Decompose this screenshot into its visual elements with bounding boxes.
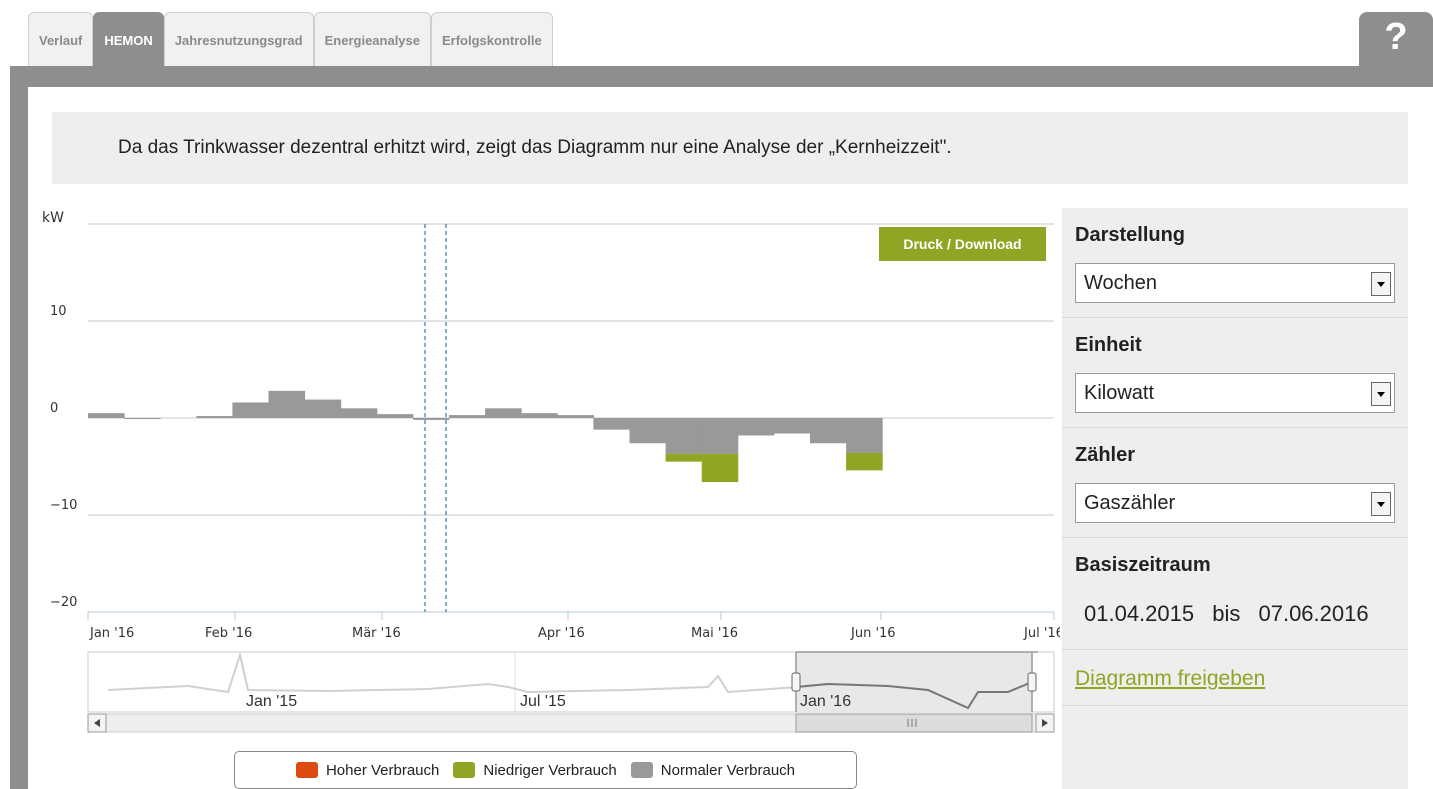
legend-label-niedriger: Niedriger Verbrauch bbox=[483, 761, 617, 779]
bar-normaler-verbrauch bbox=[268, 390, 306, 418]
navigator-handle bbox=[791, 672, 801, 692]
bar-normaler-verbrauch bbox=[521, 413, 558, 418]
legend-swatch-normaler bbox=[630, 762, 653, 778]
navigator-label: Jul '15 bbox=[520, 693, 566, 710]
bar-normaler-verbrauch bbox=[846, 418, 883, 453]
bar-normaler-verbrauch bbox=[665, 418, 703, 454]
bar-normaler-verbrauch bbox=[196, 416, 233, 418]
settings-sidebar: Darstellung Wochen Einheit Kilowatt Zähl… bbox=[1062, 208, 1408, 789]
legend-item-niedriger[interactable]: Niedriger Verbrauch bbox=[453, 761, 617, 779]
bar-normaler-verbrauch bbox=[376, 414, 414, 418]
print-download-button[interactable]: Druck / Download bbox=[879, 227, 1046, 261]
bar-normaler-verbrauch bbox=[810, 418, 847, 444]
section-darstellung: Darstellung Wochen bbox=[1062, 208, 1408, 318]
bar-normaler-verbrauch bbox=[340, 408, 378, 418]
navigator-handle bbox=[1027, 672, 1037, 692]
chart-legend: Hoher Verbrauch Niedriger Verbrauch Norm… bbox=[234, 751, 857, 789]
x-tick-label: Feb '16 bbox=[205, 626, 252, 641]
x-tick-label: Mai '16 bbox=[691, 626, 738, 641]
y-tick-label: −20 bbox=[50, 595, 77, 610]
bar-normaler-verbrauch bbox=[232, 402, 269, 418]
zaehler-title: Zähler bbox=[1075, 444, 1136, 466]
legend-item-hoher[interactable]: Hoher Verbrauch bbox=[295, 761, 440, 779]
help-button[interactable]: ? bbox=[1359, 12, 1433, 66]
bar-normaler-verbrauch bbox=[304, 399, 342, 418]
darstellung-title: Darstellung bbox=[1075, 224, 1186, 246]
chevron-down-icon[interactable] bbox=[1371, 272, 1391, 296]
zaehler-value: Gaszähler bbox=[1084, 492, 1176, 514]
x-tick-label: Jan '16 bbox=[89, 626, 134, 641]
tab-energieanalyse[interactable]: Energieanalyse bbox=[313, 12, 431, 66]
bar-normaler-verbrauch bbox=[412, 418, 450, 420]
x-tick-label: Mär '16 bbox=[352, 626, 401, 641]
bar-normaler-verbrauch bbox=[485, 408, 522, 418]
y-axis-title: kW bbox=[42, 210, 64, 226]
x-tick-label: Jun '16 bbox=[850, 626, 896, 641]
bar-normaler-verbrauch bbox=[557, 415, 594, 418]
share-diagram-link[interactable]: Diagramm freigeben bbox=[1075, 667, 1265, 691]
y-tick-label: −10 bbox=[50, 498, 77, 513]
energy-chart: kW 10 0 −10 −20 Jan '16 Feb '16 Mär '16 Apr '16 M… bbox=[28, 200, 1060, 789]
bar-normaler-verbrauch bbox=[737, 418, 775, 436]
info-notice: Da das Trinkwasser dezentral erhitzt wir… bbox=[52, 112, 1408, 184]
tab-bar: Verlauf HEMON Jahresnutzungsgrad Energie… bbox=[28, 12, 553, 66]
bar-normaler-verbrauch bbox=[449, 415, 486, 418]
basiszeitraum-title: Basiszeitraum bbox=[1075, 554, 1211, 576]
bar-normaler-verbrauch bbox=[701, 418, 739, 454]
bar-normaler-verbrauch bbox=[124, 418, 161, 419]
legend-item-normaler[interactable]: Normaler Verbrauch bbox=[630, 761, 796, 779]
basiszeitraum-from[interactable]: 01.04.2015 bbox=[1084, 601, 1194, 626]
bar-normaler-verbrauch bbox=[773, 418, 811, 434]
legend-label-hoher: Hoher Verbrauch bbox=[325, 761, 440, 779]
section-basiszeitraum: Basiszeitraum bbox=[1062, 538, 1408, 650]
y-tick-label: 0 bbox=[50, 401, 58, 416]
zaehler-select[interactable]: Gaszähler bbox=[1075, 483, 1395, 523]
bar-normaler-verbrauch bbox=[629, 418, 667, 444]
chevron-down-icon[interactable] bbox=[1371, 382, 1391, 406]
legend-swatch-hoher bbox=[295, 762, 318, 778]
basiszeitraum-range: 01.04.2015 bis 07.06.2016 bbox=[1084, 601, 1381, 627]
tab-erfolgskontrolle[interactable]: Erfolgskontrolle bbox=[431, 12, 553, 66]
navigator-label: Jan '16 bbox=[800, 693, 851, 710]
basiszeitraum-sep: bis bbox=[1212, 601, 1241, 626]
section-zaehler: Zähler Gaszähler bbox=[1062, 428, 1408, 538]
legend-label-normaler: Normaler Verbrauch bbox=[660, 761, 796, 779]
bar-niedriger-verbrauch bbox=[701, 453, 739, 483]
einheit-value: Kilowatt bbox=[1084, 382, 1155, 404]
section-einheit: Einheit Kilowatt bbox=[1062, 318, 1408, 428]
bar-niedriger-verbrauch bbox=[665, 453, 703, 462]
bar-normaler-verbrauch bbox=[88, 413, 125, 418]
einheit-select[interactable]: Kilowatt bbox=[1075, 373, 1395, 413]
y-tick-label: 10 bbox=[50, 304, 67, 319]
tab-jahresnutzungsgrad[interactable]: Jahresnutzungsgrad bbox=[163, 12, 314, 66]
tab-verlauf[interactable]: Verlauf bbox=[28, 12, 94, 66]
basiszeitraum-to[interactable]: 07.06.2016 bbox=[1258, 601, 1368, 626]
darstellung-select[interactable]: Wochen bbox=[1075, 263, 1395, 303]
einheit-title: Einheit bbox=[1075, 334, 1142, 356]
chart-svg: kW 10 0 −10 −20 Jan '16 Feb '16 Mär '16 Apr '16 M… bbox=[42, 210, 1060, 733]
bar-niedriger-verbrauch bbox=[846, 452, 883, 471]
x-tick-label: Apr '16 bbox=[538, 626, 585, 641]
navigator-label: Jan '15 bbox=[246, 693, 297, 710]
darstellung-value: Wochen bbox=[1084, 272, 1158, 294]
bar-normaler-verbrauch bbox=[593, 418, 630, 430]
x-tick-label: Jul '16 bbox=[1023, 626, 1060, 641]
scrollbar-thumb bbox=[795, 713, 1033, 733]
chevron-down-icon[interactable] bbox=[1371, 492, 1391, 516]
tab-hemon[interactable]: HEMON bbox=[93, 12, 164, 66]
legend-swatch-niedriger bbox=[453, 762, 476, 778]
